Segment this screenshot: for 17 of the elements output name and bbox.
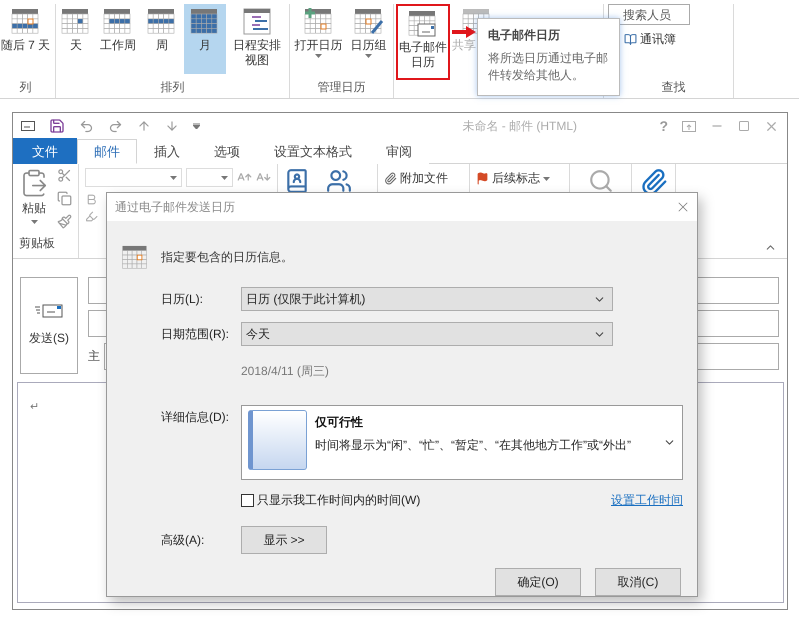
field-label: 高级(A): xyxy=(161,532,206,549)
paragraph-mark: ↵ xyxy=(30,401,40,413)
field-label: 日期范围(R): xyxy=(161,326,230,343)
group-label: 排列 xyxy=(160,78,186,96)
group-label: 剪贴板 xyxy=(19,235,56,252)
tooltip-text: 将所选日历通过电子邮件转发给其他人。 xyxy=(488,50,609,84)
field-label: 日历(L): xyxy=(161,291,204,308)
field-label: 详细信息(D): xyxy=(161,409,230,426)
group-label: 列 xyxy=(18,78,32,96)
group-label: 查找 xyxy=(660,78,686,96)
group-label: 管理日历 xyxy=(316,78,366,96)
intro-text: 指定要包含的日历信息。 xyxy=(161,248,293,266)
dialog-title: 通过电子邮件发送日历 xyxy=(115,198,235,216)
date-text: 2018/4/11 (周三) xyxy=(241,363,330,380)
tooltip-title: 电子邮件日历 xyxy=(488,27,561,44)
window-title: 未命名 - 邮件 (HTML) xyxy=(462,118,578,134)
subject-label: 主 xyxy=(88,348,100,365)
